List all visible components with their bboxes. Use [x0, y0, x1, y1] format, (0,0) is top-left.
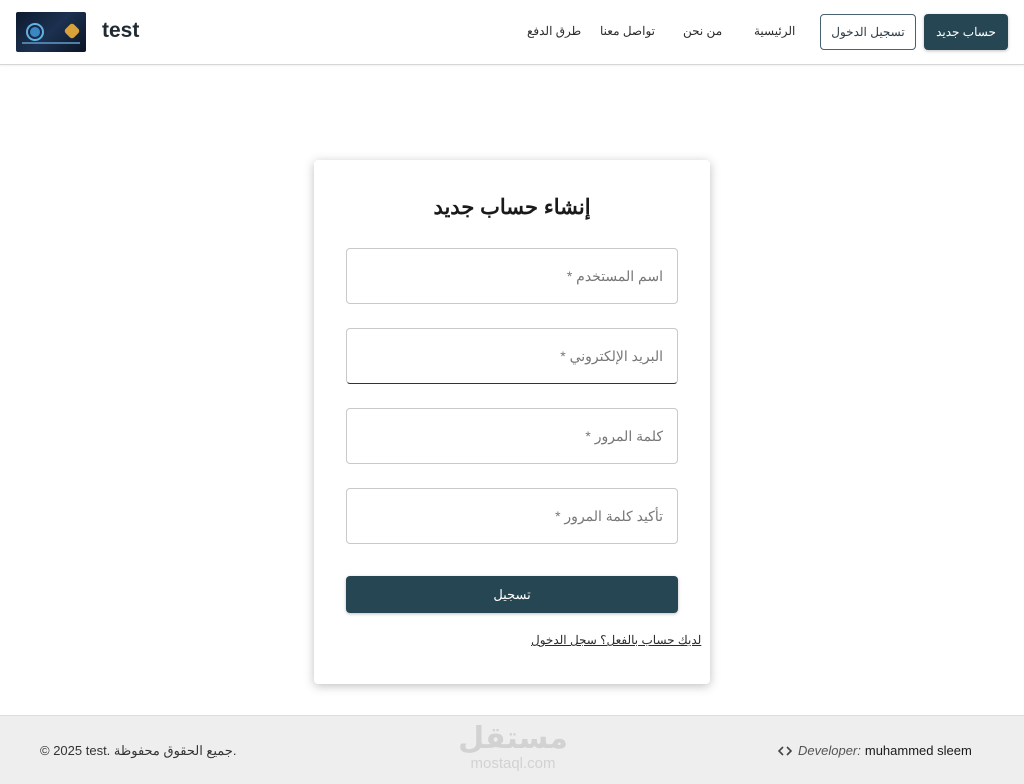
mostaql-watermark: مستقل mostaql.com	[438, 722, 588, 772]
developer-label: Developer:	[798, 743, 861, 758]
password-field[interactable]: كلمة المرور *	[346, 408, 678, 464]
code-icon	[777, 744, 793, 758]
logo-core	[30, 27, 40, 37]
developer-credit: Developer: muhammed sleem	[777, 743, 972, 758]
nav-link-payment-methods[interactable]: طرق الدفع	[527, 24, 581, 38]
submit-register-button[interactable]: تسجيل	[346, 576, 678, 613]
brand-name[interactable]: test	[102, 19, 139, 43]
email-field[interactable]: البريد الإلكتروني *	[346, 328, 678, 384]
login-button[interactable]: تسجيل الدخول	[820, 14, 916, 50]
login-link[interactable]: لديك حساب بالفعل؟ سجل الدخول	[531, 633, 701, 647]
logo-mark	[63, 22, 81, 40]
username-placeholder: اسم المستخدم *	[566, 267, 663, 284]
developer-name[interactable]: muhammed sleem	[865, 743, 972, 758]
copyright-text: © 2025 test. جميع الحقوق محفوظة.	[40, 743, 237, 758]
nav-link-about[interactable]: من نحن	[683, 24, 722, 38]
site-header: test طرق الدفع تواصل معنا من نحن الرئيسي…	[0, 0, 1024, 65]
logo-line	[22, 42, 80, 44]
site-footer: © 2025 test. جميع الحقوق محفوظة. مستقل m…	[0, 715, 1024, 784]
email-placeholder: البريد الإلكتروني *	[560, 347, 663, 364]
confirm-password-field[interactable]: تأكيد كلمة المرور *	[346, 488, 678, 544]
page-title: إنشاء حساب جديد	[433, 196, 591, 219]
site-logo[interactable]	[16, 12, 86, 52]
password-placeholder: كلمة المرور *	[585, 427, 663, 444]
watermark-arabic: مستقل	[458, 721, 568, 756]
register-card: إنشاء حساب جديد اسم المستخدم * البريد ال…	[314, 160, 710, 684]
register-button[interactable]: حساب جديد	[924, 14, 1008, 50]
nav-link-home[interactable]: الرئيسية	[754, 24, 795, 38]
confirm-password-placeholder: تأكيد كلمة المرور *	[555, 507, 663, 524]
nav-link-contact[interactable]: تواصل معنا	[600, 24, 655, 38]
watermark-domain: mostaql.com	[470, 755, 556, 772]
username-field[interactable]: اسم المستخدم *	[346, 248, 678, 304]
